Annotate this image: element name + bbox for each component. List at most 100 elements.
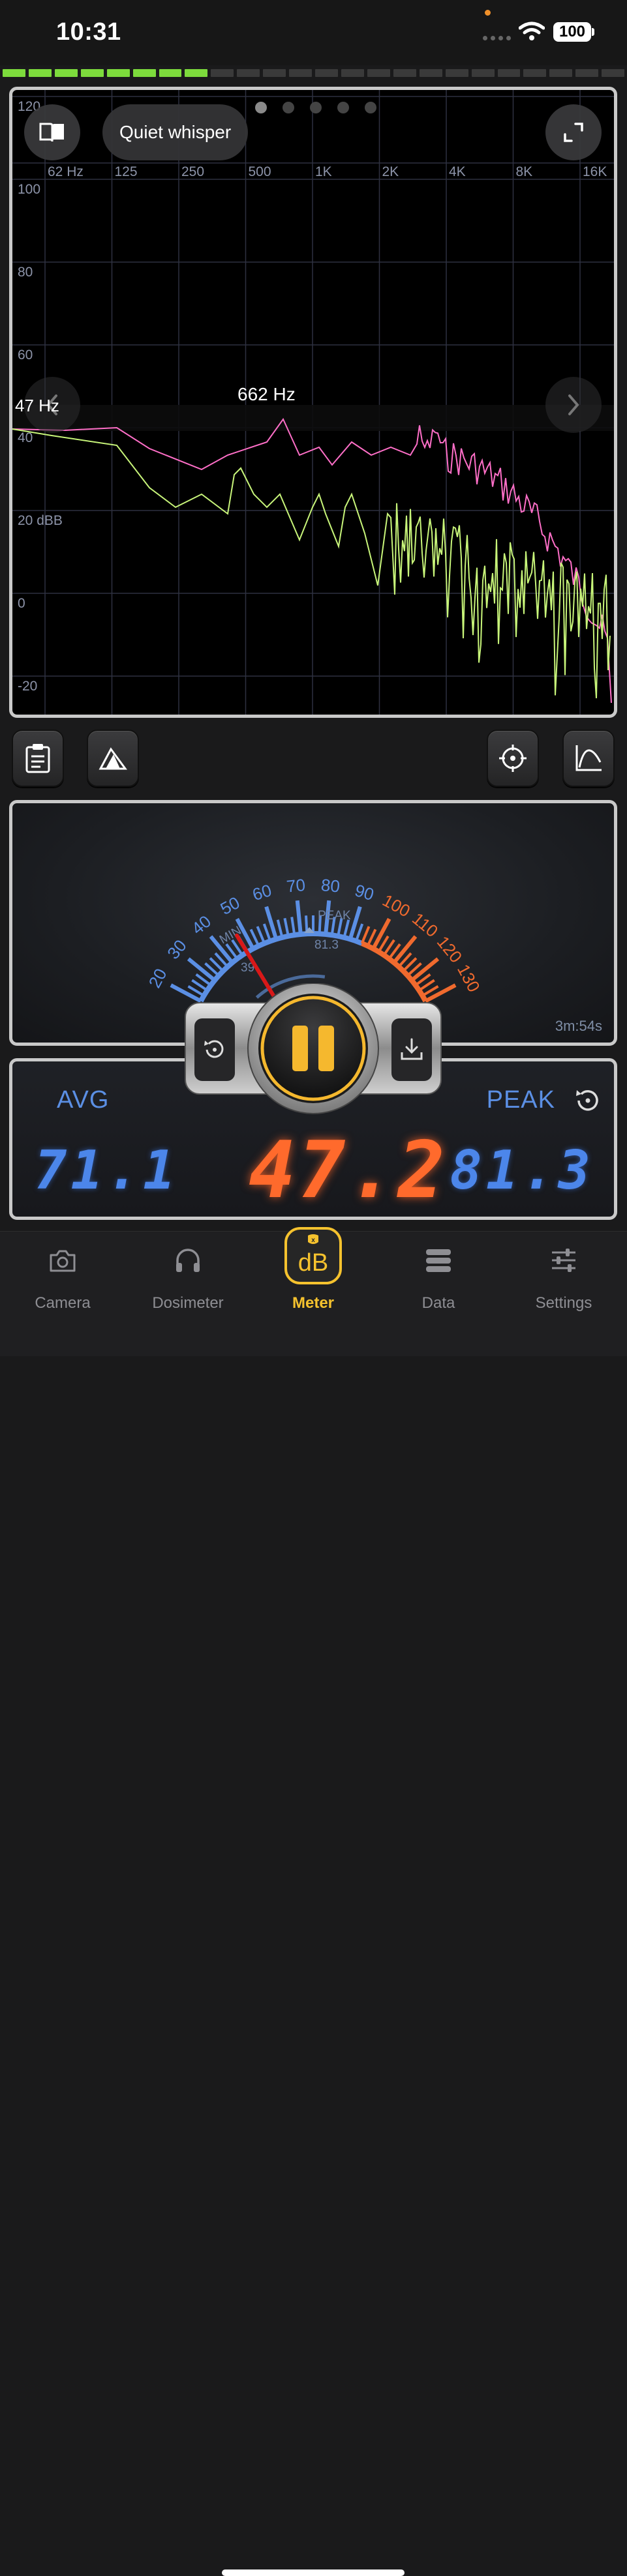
tab-camera-label: Camera [35, 1294, 91, 1312]
meter-scale-label: 120 [433, 932, 466, 967]
db-tick-label: 80 [18, 265, 33, 280]
freq-tick-label: 1K [315, 164, 332, 179]
fullscreen-button[interactable] [545, 104, 602, 160]
meter-scale-label: 30 [163, 936, 191, 962]
db-meter-icon: x dB [284, 1227, 342, 1284]
avg-value: 71.1 [35, 1140, 179, 1202]
tab-data[interactable]: Data [376, 1232, 501, 1316]
spectrum-panel[interactable]: 62 Hz 125 250 500 1K 2K 4K 8K 16K 120 100 80 60 40 20 … [9, 87, 617, 718]
meter-scale-label: 100 [379, 891, 413, 921]
meter-tick [360, 926, 371, 944]
privacy-indicator [485, 10, 491, 16]
level-segment [341, 69, 364, 77]
freq-tick-label: 125 [115, 164, 138, 179]
status-bar: 10:31 100 [0, 0, 627, 65]
level-segment [289, 69, 313, 77]
chevron-right-icon [568, 394, 579, 415]
level-segment [602, 69, 625, 77]
freq-tick-label: 8K [516, 164, 533, 179]
reset-peak-icon[interactable] [573, 1086, 602, 1115]
level-segment [132, 69, 156, 77]
control-cluster [184, 983, 442, 1131]
page-dot[interactable] [365, 102, 376, 113]
freq-tick-label: 250 [181, 164, 204, 179]
page-dot[interactable] [255, 102, 267, 113]
tab-data-label: Data [421, 1294, 455, 1312]
tab-meter-label: Meter [292, 1294, 335, 1312]
download-icon [401, 1038, 423, 1060]
spectrum-chart: 62 Hz 125 250 500 1K 2K 4K 8K 16K12010080604020 … [12, 90, 614, 715]
cellular-signal-icon [483, 36, 511, 40]
status-time: 10:31 [56, 18, 121, 46]
battery-icon: 100 [553, 22, 591, 42]
meter-scale-label: 80 [320, 875, 341, 896]
preset-button[interactable]: Quiet whisper [102, 104, 249, 160]
db-tick-label: 60 [18, 348, 33, 363]
peak-label: PEAK [486, 1086, 555, 1114]
tab-settings[interactable]: Settings [501, 1232, 626, 1316]
level-segment [54, 69, 78, 77]
db-tick-label: 100 [18, 182, 40, 197]
level-segment [237, 69, 260, 77]
level-segment [523, 69, 547, 77]
home-indicator [222, 2569, 405, 2576]
meter-scale-label: 40 [188, 911, 215, 939]
tab-bar: Camera Dosimeter x dB Meter Data Setting… [0, 1227, 627, 2576]
meter-tick [276, 919, 284, 938]
level-segment [263, 69, 286, 77]
graph-mode-button[interactable] [562, 730, 615, 787]
freq-tick-label: 500 [249, 164, 271, 179]
battery-tip [592, 28, 594, 36]
level-segment [445, 69, 468, 77]
page-dot[interactable] [337, 102, 349, 113]
db-tick-label: -20 [18, 679, 37, 694]
headphones-icon [176, 1249, 200, 1272]
meter-tick [371, 917, 391, 950]
level-segment [159, 69, 182, 77]
wifi-icon [519, 22, 545, 40]
peak-value: 81.3 [450, 1140, 594, 1202]
clipboard-button[interactable] [12, 730, 64, 787]
data-stack-icon [426, 1249, 451, 1272]
level-segment [497, 69, 521, 77]
level-segment [419, 69, 442, 77]
level-segment [185, 69, 208, 77]
meter-tick [354, 923, 364, 942]
target-button[interactable] [487, 730, 539, 787]
cursor-frequency: 47 Hz [15, 396, 59, 415]
export-button[interactable] [391, 1018, 432, 1081]
meter-tick [256, 926, 266, 944]
tab-camera[interactable]: Camera [0, 1232, 125, 1316]
level-segment [549, 69, 573, 77]
tab-dosimeter-label: Dosimeter [152, 1294, 224, 1312]
eraser-button[interactable] [87, 730, 139, 787]
pause-button[interactable] [262, 998, 364, 1099]
elapsed-time: 3m:54s [555, 1018, 602, 1034]
meter-tick [283, 917, 290, 937]
page-indicator[interactable] [255, 102, 376, 113]
level-segment [3, 69, 25, 77]
freq-tick-label: 16K [583, 164, 607, 179]
level-segment [211, 69, 234, 77]
level-segment [471, 69, 495, 77]
page-dot[interactable] [310, 102, 322, 113]
next-freq-button[interactable] [545, 377, 602, 433]
meter-scale-label: 130 [453, 961, 484, 995]
meter-scale-label: 20 [145, 965, 171, 991]
meter-scale-label: 90 [352, 880, 376, 904]
level-segment [393, 69, 416, 77]
freq-tick-label: 4K [449, 164, 466, 179]
page-dot[interactable] [283, 102, 294, 113]
eraser-icon [99, 747, 127, 770]
camera-icon [50, 1250, 76, 1272]
crosshair-icon [499, 745, 527, 772]
tab-dosimeter[interactable]: Dosimeter [125, 1232, 251, 1316]
level-strip [3, 69, 625, 77]
guide-book-button[interactable] [24, 104, 80, 160]
reset-button[interactable] [194, 1018, 235, 1081]
tab-meter[interactable]: x dB Meter [251, 1227, 376, 1316]
current-db-value: 47.2 [249, 1125, 448, 1216]
meter-tick [295, 900, 303, 935]
meter-tick [290, 917, 296, 936]
peak-scale-label: PEAK [318, 909, 351, 923]
